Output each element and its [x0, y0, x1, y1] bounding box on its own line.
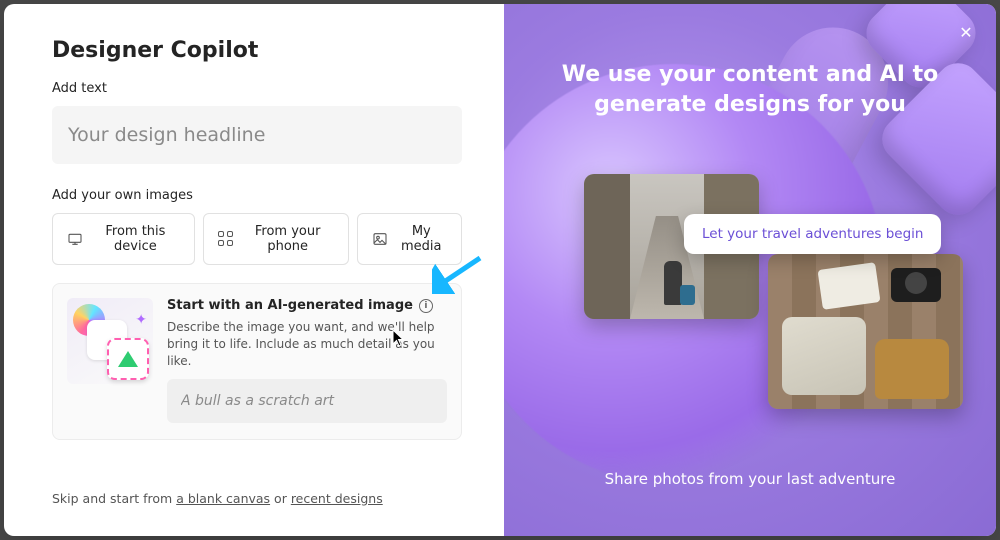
- sample-photo-flatlay: [768, 254, 963, 409]
- right-preview-panel: ✕ We use your content and AI to generate…: [504, 4, 996, 536]
- ai-card-title: Start with an AI-generated image: [167, 298, 413, 313]
- dialog-title: Designer Copilot: [52, 38, 462, 63]
- from-your-phone-button[interactable]: From your phone: [203, 213, 349, 265]
- add-images-label: Add your own images: [52, 188, 462, 203]
- skip-text: Skip and start from a blank canvas or re…: [52, 463, 462, 506]
- preview-caption: Share photos from your last adventure: [504, 470, 996, 488]
- designer-copilot-dialog: Designer Copilot Add text Add your own i…: [4, 4, 996, 536]
- from-this-device-button[interactable]: From this device: [52, 213, 195, 265]
- headline-input[interactable]: [52, 106, 462, 164]
- left-panel: Designer Copilot Add text Add your own i…: [4, 4, 504, 536]
- device-icon: [67, 231, 83, 247]
- sample-design-pill: Let your travel adventures begin: [684, 214, 941, 254]
- ai-image-thumbnail: ✦: [67, 298, 153, 384]
- info-icon[interactable]: i: [419, 299, 433, 313]
- image-source-row: From this device From your phone My medi…: [52, 213, 462, 265]
- from-this-device-label: From this device: [91, 224, 180, 254]
- my-media-button[interactable]: My media: [357, 213, 462, 265]
- media-icon: [372, 231, 388, 247]
- ai-image-card: ✦ Start with an AI-generated image i Des…: [52, 283, 462, 440]
- close-icon: ✕: [959, 23, 972, 42]
- blank-canvas-link[interactable]: a blank canvas: [176, 491, 270, 506]
- my-media-label: My media: [396, 224, 447, 254]
- ai-card-description: Describe the image you want, and we'll h…: [167, 319, 447, 369]
- hero-headline: We use your content and AI to generate d…: [504, 60, 996, 119]
- add-text-label: Add text: [52, 81, 462, 96]
- recent-designs-link[interactable]: recent designs: [291, 491, 383, 506]
- close-button[interactable]: ✕: [954, 20, 978, 44]
- ai-prompt-input[interactable]: [167, 379, 447, 423]
- qr-icon: [218, 231, 234, 247]
- from-your-phone-label: From your phone: [242, 224, 334, 254]
